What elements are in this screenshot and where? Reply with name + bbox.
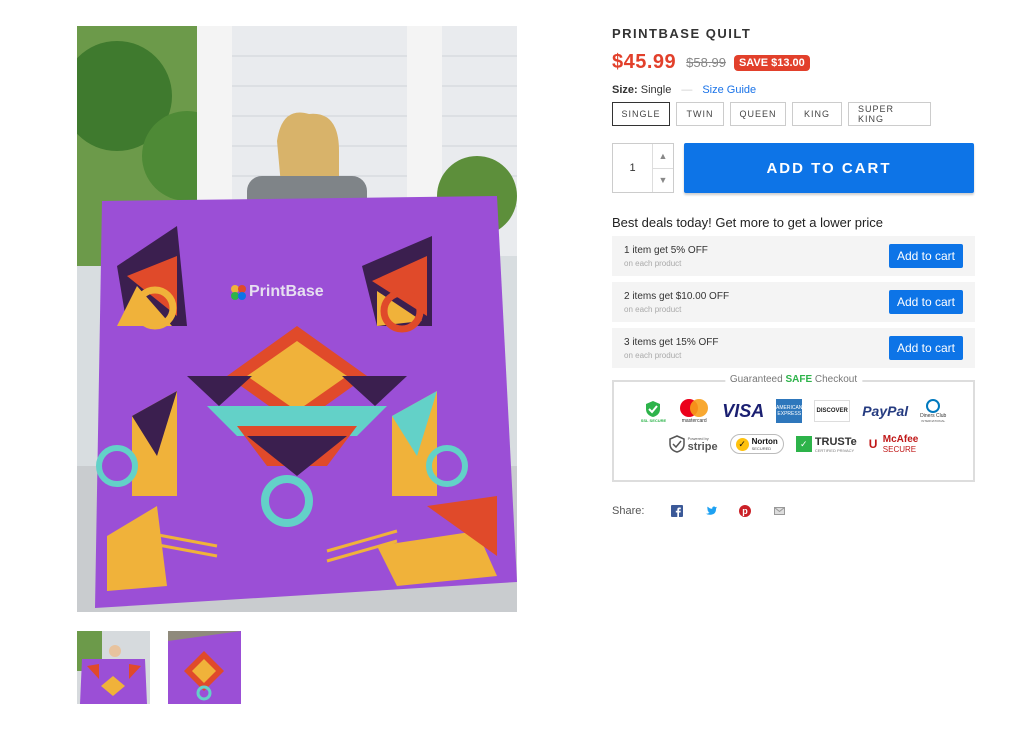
mcafee-icon: U McAfee SECURE (868, 434, 919, 454)
mastercard-icon: mastercard (678, 398, 710, 424)
norton-icon: ✓ Norton SECURED (729, 434, 784, 454)
size-separator: — (681, 84, 693, 96)
safe-checkout-label-post: Checkout (812, 374, 858, 385)
visa-icon: VISA (722, 400, 765, 421)
stripe-icon: Powered by stripe (668, 435, 718, 453)
size-option-super-king[interactable]: SUPER KING (848, 102, 931, 126)
price-row: $45.99 $58.99 SAVE $13.00 (612, 51, 976, 74)
deal-add-to-cart-button[interactable]: Add to cart (888, 244, 963, 268)
size-selected: Single (640, 84, 672, 96)
quantity-increase-icon[interactable]: ▲ (653, 144, 673, 169)
cart-row: 1 ▲ ▼ ADD TO CART (612, 143, 976, 193)
quantity-arrows: ▲ ▼ (652, 144, 673, 192)
deal-sub: on each product (624, 350, 682, 360)
deal-main: 2 items get $10.00 OFF (624, 290, 730, 302)
deal-row: 2 items get $10.00 OFF on each product A… (612, 282, 975, 322)
truste-icon: ✓ TRUSTe CERTIFIED PRIVACY (795, 435, 857, 453)
compare-price: $58.99 (686, 55, 726, 70)
discover-icon: DISCOVER (814, 400, 851, 422)
twitter-icon[interactable] (704, 504, 718, 518)
truste-sub: CERTIFIED PRIVACY (814, 447, 855, 453)
payment-badges-row-1: SSL SECURE mastercard VISA AMERICAN EXPR… (614, 398, 973, 424)
mastercard-text: mastercard (681, 418, 707, 424)
product-info: PRINTBASE QUILT $45.99 $58.99 SAVE $13.0… (612, 26, 976, 518)
size-option-king[interactable]: KING (792, 102, 842, 126)
quilt-brand-text: PrintBase (249, 283, 324, 300)
deal-main: 1 item get 5% OFF (624, 244, 708, 256)
amex-text: AMERICAN EXPRESS (776, 399, 802, 423)
truste-text: TRUSTe (814, 435, 857, 448)
amex-icon: AMERICAN EXPRESS (776, 399, 802, 423)
pinterest-icon[interactable]: p (738, 504, 752, 518)
ssl-secure-icon: SSL SECURE (640, 400, 667, 423)
product-main-image[interactable]: PrintBase (77, 26, 517, 612)
ssl-secure-text: SSL SECURE (640, 417, 667, 423)
deal-text: 1 item get 5% OFF on each product (624, 245, 708, 268)
payment-badges-row-2: Powered by stripe ✓ Norton SECURED ✓ TRU… (614, 434, 973, 454)
safe-checkout-label-safe: SAFE (785, 374, 813, 385)
quantity-input[interactable]: 1 (613, 144, 652, 192)
mcafee-sub: SECURE (882, 445, 917, 454)
paypal-icon: PayPal (862, 403, 909, 419)
size-option-queen[interactable]: QUEEN (730, 102, 786, 126)
diners-club-sub: INTERNATIONAL (921, 419, 946, 423)
size-option-single[interactable]: SINGLE (612, 102, 670, 126)
facebook-icon[interactable] (670, 504, 684, 518)
size-guide-link[interactable]: Size Guide (702, 84, 756, 96)
discover-text: DISCOVER (814, 400, 851, 422)
deal-row: 3 items get 15% OFF on each product Add … (612, 328, 975, 368)
deals-title: Best deals today! Get more to get a lowe… (612, 215, 883, 230)
stripe-text: stripe (687, 440, 718, 453)
deal-sub: on each product (624, 258, 682, 268)
quantity-stepper: 1 ▲ ▼ (612, 143, 674, 193)
mcafee-text: McAfee (882, 434, 919, 445)
norton-text: Norton (751, 437, 778, 446)
deal-sub: on each product (624, 304, 682, 314)
size-row: Size: Single — Size Guide (612, 84, 976, 96)
size-label: Size: (612, 84, 638, 96)
email-icon[interactable] (772, 504, 786, 518)
product-title: PRINTBASE QUILT (612, 26, 752, 41)
norton-sub: SECURED (751, 446, 772, 451)
save-badge: SAVE $13.00 (733, 54, 810, 71)
safe-checkout-box: Guaranteed SAFE Checkout SSL SECURE mast… (612, 374, 975, 482)
svg-text:p: p (743, 506, 749, 516)
diners-club-icon: Diners Club INTERNATIONAL (920, 399, 946, 423)
safe-checkout-label-pre: Guaranteed (729, 374, 786, 385)
deal-row: 1 item get 5% OFF on each product Add to… (612, 236, 975, 276)
thumbnail-2[interactable] (168, 631, 241, 704)
product-price: $45.99 (612, 51, 677, 73)
deal-add-to-cart-button[interactable]: Add to cart (888, 336, 963, 360)
quantity-decrease-icon[interactable]: ▼ (653, 169, 673, 193)
size-option-twin[interactable]: TWIN (676, 102, 724, 126)
add-to-cart-button[interactable]: ADD TO CART (684, 143, 974, 193)
share-row: Share: p (612, 504, 976, 518)
deal-add-to-cart-button[interactable]: Add to cart (888, 290, 963, 314)
share-label: Share: (612, 505, 645, 517)
deal-text: 2 items get $10.00 OFF on each product (624, 291, 729, 314)
thumbnail-1[interactable] (77, 631, 150, 704)
safe-checkout-label: Guaranteed SAFE Checkout (724, 374, 863, 385)
size-options: SINGLE TWIN QUEEN KING SUPER KING (612, 102, 976, 126)
deal-main: 3 items get 15% OFF (624, 336, 719, 348)
deal-text: 3 items get 15% OFF on each product (624, 337, 718, 360)
